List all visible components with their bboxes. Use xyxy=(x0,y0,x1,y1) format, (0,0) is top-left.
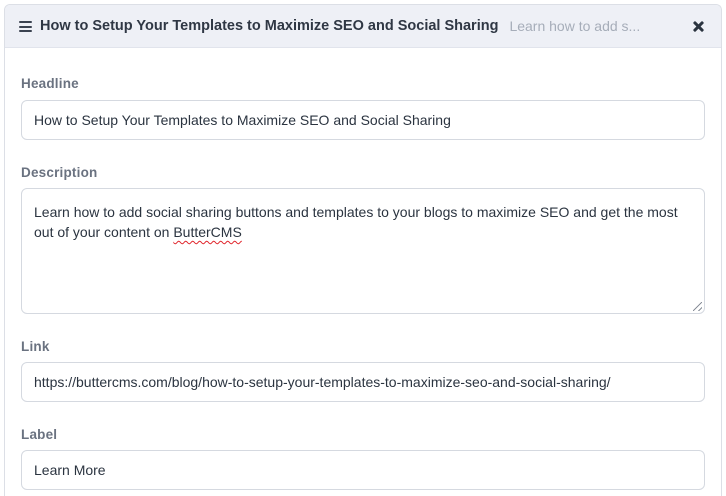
spellcheck-flagged-word: ButterCMS xyxy=(173,224,242,240)
description-text: Learn how to add social sharing buttons … xyxy=(34,204,678,240)
close-icon[interactable] xyxy=(691,18,707,34)
resize-handle-icon[interactable] xyxy=(693,302,702,311)
label-input[interactable]: Learn More xyxy=(21,450,705,490)
headline-input[interactable]: How to Setup Your Templates to Maximize … xyxy=(21,100,705,140)
label-label: Label xyxy=(21,427,58,442)
repeater-item-panel: How to Setup Your Templates to Maximize … xyxy=(4,4,722,496)
panel-title: How to Setup Your Templates to Maximize … xyxy=(40,18,499,34)
panel-body: Headline How to Setup Your Templates to … xyxy=(5,76,721,490)
description-label: Description xyxy=(21,165,98,180)
description-textarea[interactable]: Learn how to add social sharing buttons … xyxy=(21,188,705,314)
panel-header[interactable]: How to Setup Your Templates to Maximize … xyxy=(5,5,721,48)
link-label: Link xyxy=(21,339,50,354)
link-input[interactable]: https://buttercms.com/blog/how-to-setup-… xyxy=(21,362,705,402)
panel-preview-text: Learn how to add s... xyxy=(509,18,641,34)
drag-handle-icon[interactable] xyxy=(19,21,32,32)
headline-label: Headline xyxy=(21,76,79,91)
